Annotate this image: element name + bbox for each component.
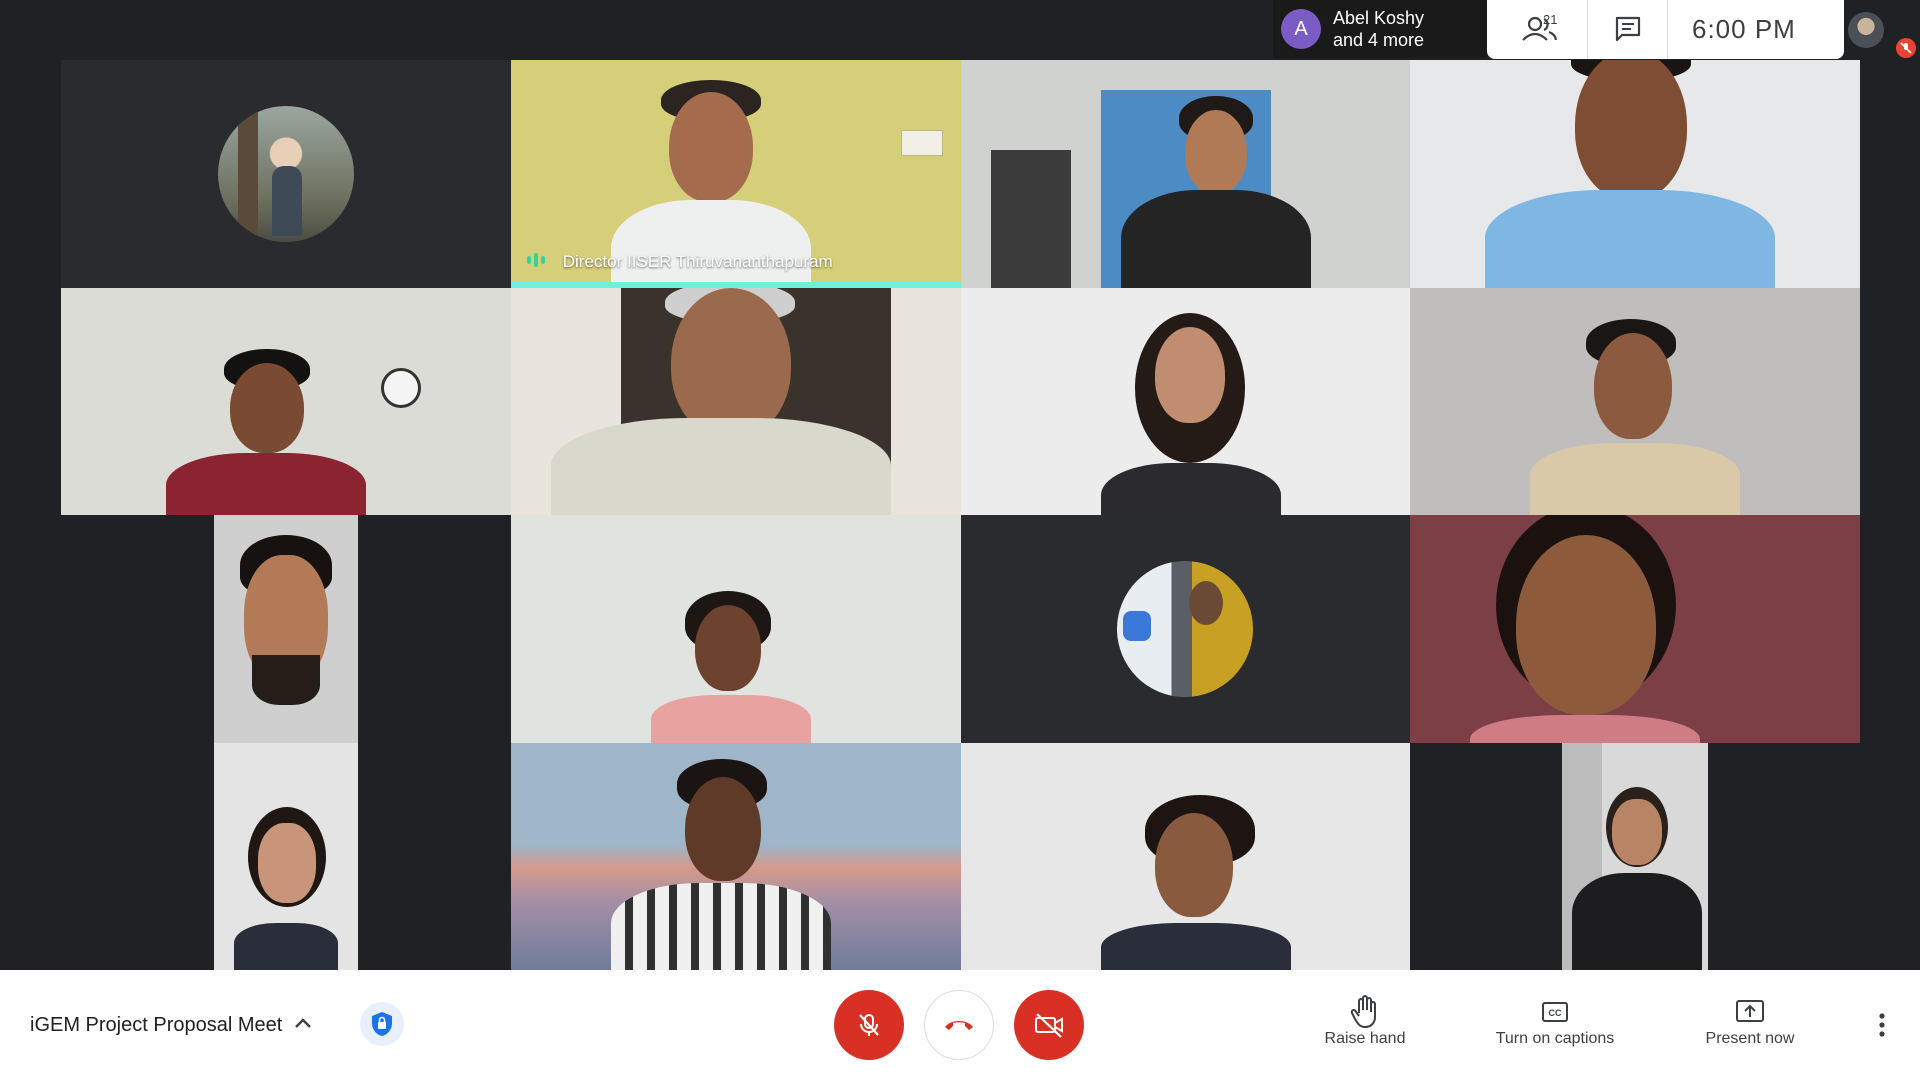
top-controls: 21 6:00 PM (1487, 0, 1844, 59)
self-view-label: You (1818, 38, 1842, 54)
participant-video (1562, 742, 1709, 970)
self-avatar[interactable] (1848, 12, 1884, 48)
present-now-label: Present now (1705, 1030, 1795, 1047)
speaker-more: and 4 more (1333, 30, 1425, 50)
participant-count: 21 (1543, 12, 1558, 27)
wall-switch (900, 130, 943, 156)
speaker-avatar: A (1281, 9, 1321, 49)
participant-tile[interactable] (510, 742, 961, 970)
divider (1587, 0, 1588, 59)
participant-video (214, 742, 358, 970)
speaker-names: Abel Koshy and 4 more (1333, 7, 1424, 51)
bottom-bar: iGEM Project Proposal Meet Raise hand CC… (0, 970, 1920, 1080)
chat-icon[interactable] (1613, 14, 1643, 44)
chevron-up-icon[interactable] (291, 1012, 315, 1036)
participant-tile[interactable]: Director IISER Thiruvananthapuram (510, 60, 961, 288)
speaker-name: Abel Koshy (1333, 8, 1425, 28)
captions-label: Turn on captions (1495, 1030, 1615, 1047)
participant-tile[interactable] (1410, 742, 1860, 970)
participant-avatar (1117, 560, 1254, 697)
participant-tile[interactable] (960, 60, 1411, 288)
leave-call-button[interactable] (924, 990, 994, 1060)
more-options-icon[interactable] (1870, 1010, 1894, 1040)
clock: 6:00 PM (1692, 14, 1796, 44)
present-now-button[interactable]: Present now (1690, 994, 1810, 1048)
participant-tile[interactable] (510, 287, 961, 515)
divider (1667, 0, 1668, 59)
active-speaker-chip[interactable]: A Abel Koshy and 4 more (1273, 0, 1487, 58)
participant-tile[interactable] (61, 287, 511, 515)
participant-video (214, 515, 358, 743)
background-door (990, 150, 1071, 288)
participant-name: Director IISER Thiruvananthapuram (562, 251, 833, 271)
mic-off-icon (859, 1014, 879, 1036)
camera-button[interactable] (1014, 990, 1084, 1060)
meeting-safety-button[interactable] (360, 1002, 404, 1046)
clock-icon (381, 367, 421, 408)
mic-off-icon (1896, 38, 1916, 58)
participant-tile[interactable] (61, 742, 511, 970)
svg-text:CC: CC (1549, 1008, 1562, 1018)
participant-tile[interactable] (960, 515, 1411, 743)
video-grid: Director IISER Thiruvananthapuram (61, 60, 1860, 970)
participant-tile[interactable] (960, 742, 1411, 970)
present-screen-icon (1736, 1000, 1764, 1022)
top-bar: A Abel Koshy and 4 more 21 6:00 PM You (0, 0, 1920, 60)
hand-icon (1350, 995, 1376, 1028)
shield-lock-icon (372, 1012, 392, 1036)
participant-tile[interactable] (61, 515, 511, 743)
participant-avatar (217, 105, 354, 242)
meeting-title[interactable]: iGEM Project Proposal Meet (30, 1014, 282, 1037)
raise-hand-label: Raise hand (1324, 1030, 1406, 1047)
raise-hand-button[interactable]: Raise hand (1310, 994, 1420, 1048)
participant-tile[interactable] (1410, 515, 1860, 743)
hang-up-icon (945, 1021, 973, 1030)
camera-off-icon (1035, 1013, 1063, 1038)
participant-tile[interactable] (960, 287, 1411, 515)
speaking-indicator-icon (526, 252, 549, 268)
participant-tile[interactable] (1410, 287, 1860, 515)
participant-tile[interactable] (61, 60, 511, 288)
captions-button[interactable]: CC Turn on captions (1480, 994, 1630, 1048)
participant-tile[interactable] (1410, 60, 1860, 288)
microphone-button[interactable] (834, 990, 904, 1060)
participant-tile[interactable] (510, 515, 961, 743)
closed-captions-icon: CC (1542, 1002, 1568, 1022)
